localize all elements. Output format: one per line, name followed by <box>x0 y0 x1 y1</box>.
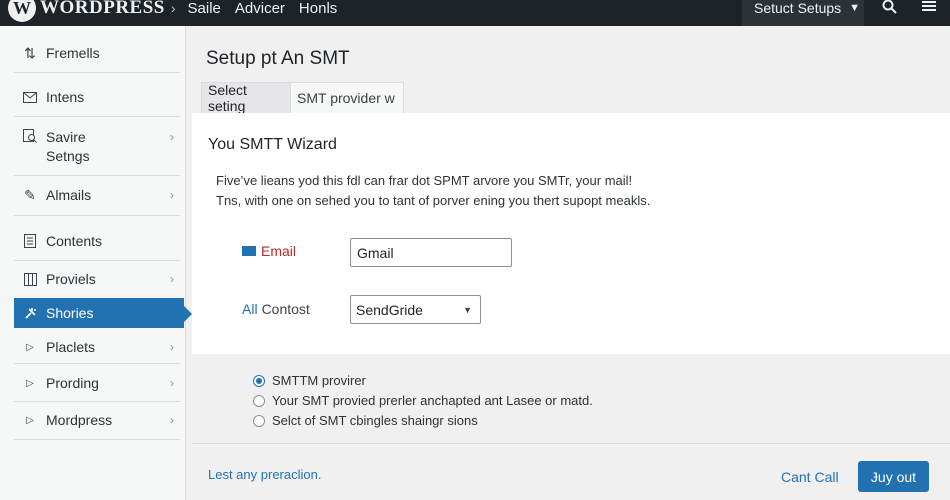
radio-option-selct-of-smt[interactable]: Selct of SMT cbingles shaingr sions <box>253 413 478 428</box>
email-label-text: Email <box>261 243 297 259</box>
plugin-icon <box>22 305 38 321</box>
radio-button[interactable] <box>253 414 265 427</box>
wizard-panel: You SMTT Wizard Five’ve lieans yod this … <box>192 113 950 354</box>
sidebar-item-label: Mordpress <box>46 412 113 428</box>
setup-dropdown[interactable]: Setuct Setups ▼ <box>742 0 864 26</box>
sidebar-divider <box>14 401 180 402</box>
sidebar-item-fremells[interactable]: ⇅ Fremells <box>14 42 184 64</box>
mail-icon <box>242 246 256 256</box>
contost-label: All Contost <box>242 301 310 317</box>
contost-label-prefix: All <box>242 301 258 317</box>
sidebar-item-mordpress[interactable]: ▷ Mordpress › <box>14 409 184 431</box>
page-title: Setup pt An SMT <box>206 48 350 69</box>
sidebar-divider <box>14 439 180 440</box>
admin-bar: W WORDPRESS › Saile Advicer Honls Setuct… <box>0 0 950 26</box>
sidebar-item-label: Contents <box>46 233 103 249</box>
radio-label: Your SMT provied prerler anchapted ant L… <box>272 393 593 408</box>
email-label: Email <box>242 243 296 259</box>
contost-label-text: Contost <box>261 301 310 317</box>
topnav-link-advicer[interactable]: Advicer <box>235 0 285 17</box>
sidebar-item-label: Proviels <box>46 271 96 287</box>
sidebar-item-savire-setngs[interactable]: Savire Setngs › <box>14 126 184 168</box>
buy-out-button[interactable]: Ɉuy out <box>858 461 929 492</box>
sidebar-item-label: Almails <box>46 187 92 203</box>
sidebar-divider <box>14 72 180 73</box>
chevron-right-icon: › <box>170 272 174 286</box>
mail-icon <box>22 89 38 105</box>
sidebar-item-label: Fremells <box>46 45 100 61</box>
wizard-description-line2: Tns, with one on sehed you to tant of po… <box>216 193 651 208</box>
pen-icon: ✎ <box>24 186 36 203</box>
wordpress-logo-icon: W <box>8 0 36 22</box>
chevron-down-icon: ▼ <box>849 2 861 14</box>
contost-select-value: SendGride <box>356 301 423 318</box>
sidebar-divider <box>14 215 180 216</box>
footer-link[interactable]: Lest any preraclion. <box>208 467 321 482</box>
sidebar-item-proviels[interactable]: Proviels › <box>14 268 184 290</box>
wizard-description-line1: Five’ve lieans yod this fdl can frar dot… <box>216 173 633 188</box>
radio-label: Selct of SMT cbingles shaingr sions <box>272 413 478 428</box>
radio-button[interactable] <box>253 394 265 407</box>
sidebar-item-intens[interactable]: Intens <box>14 86 184 108</box>
sort-arrows-icon: ⇅ <box>24 44 36 61</box>
sidebar-divider <box>14 116 180 117</box>
wizard-title: You SMTT Wizard <box>208 136 337 153</box>
wordpress-logo[interactable]: W WORDPRESS <box>8 0 165 22</box>
contost-select[interactable]: SendGride ▼ <box>350 295 481 324</box>
sidebar-item-placlets[interactable]: ▷ Placlets › <box>14 336 184 358</box>
chevron-right-icon: › <box>170 0 176 16</box>
columns-icon <box>22 271 38 287</box>
triangle-right-icon: ▷ <box>26 414 34 426</box>
sidebar-item-label: Intens <box>46 89 85 105</box>
topnav-link-honls[interactable]: Honls <box>299 0 337 17</box>
triangle-right-icon: ▷ <box>26 377 34 389</box>
sidebar-item-almails[interactable]: ✎ Almails › <box>14 184 184 206</box>
tab-smt-provider[interactable]: SMT provider w <box>290 82 404 113</box>
chevron-right-icon: › <box>170 376 174 390</box>
sidebar: ⇅ Fremells Intens Savire Setngs › ✎ Alma… <box>0 26 192 500</box>
sidebar-item-label: Shories <box>46 305 94 321</box>
radio-option-your-smt-provied[interactable]: Your SMT provied prerler anchapted ant L… <box>253 393 593 408</box>
sidebar-divider <box>14 175 180 176</box>
sidebar-item-label: Placlets <box>46 339 96 355</box>
sidebar-item-shories[interactable]: Shories <box>14 298 192 328</box>
footer-divider <box>192 443 950 444</box>
chevron-right-icon: › <box>170 340 174 354</box>
sidebar-divider <box>14 260 180 261</box>
document-icon <box>22 233 38 249</box>
tab-select-seting[interactable]: Select seting <box>201 82 291 114</box>
triangle-right-icon: ▷ <box>26 341 34 353</box>
chevron-right-icon: › <box>170 130 174 144</box>
setup-dropdown-label: Setuct Setups <box>754 0 842 16</box>
radio-option-smttm-provirer[interactable]: SMTTM provirer <box>253 373 366 388</box>
chevron-right-icon: › <box>170 188 174 202</box>
sidebar-divider <box>14 363 180 364</box>
email-field[interactable]: Gmail <box>350 238 512 267</box>
sidebar-item-prording[interactable]: ▷ Prording › <box>14 372 184 394</box>
sidebar-item-label: Savire Setngs <box>46 129 90 164</box>
chevron-down-icon: ▼ <box>463 304 472 315</box>
chevron-right-icon: › <box>170 413 174 427</box>
cancel-button[interactable]: Cant Call <box>781 469 839 485</box>
sidebar-item-label: Prording <box>46 375 99 391</box>
radio-label: SMTTM provirer <box>272 373 366 388</box>
topnav-link-saile[interactable]: Saile <box>188 0 221 17</box>
sidebar-item-contents[interactable]: Contents <box>14 230 184 252</box>
active-indicator-arrow <box>184 306 192 322</box>
wordpress-logo-text: WORDPRESS <box>40 0 165 18</box>
radio-button-checked[interactable] <box>253 374 265 387</box>
search-doc-icon <box>22 128 38 144</box>
search-icon[interactable] <box>878 0 900 16</box>
hamburger-menu-icon[interactable] <box>918 0 940 16</box>
